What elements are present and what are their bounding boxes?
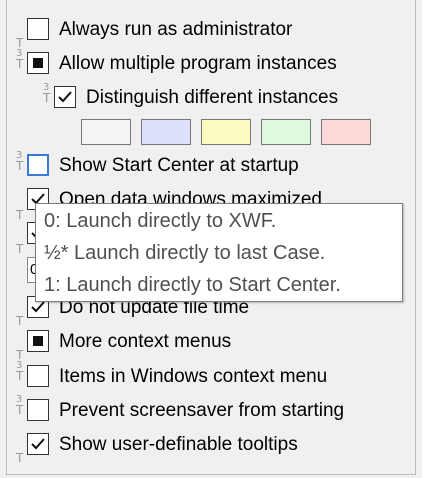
tri-state-marker: T	[16, 348, 24, 362]
tooltip-line: 1: Launch directly to Start Center.	[44, 274, 341, 296]
indeterminate-mark-icon	[33, 336, 43, 346]
tri-state-marker: T	[16, 451, 24, 465]
checkmark-icon	[31, 438, 45, 450]
tri-state-marker: 3T	[16, 394, 24, 417]
always-run-as-admin-label: Always run as administrator	[59, 19, 293, 40]
instance-color-swatch-4[interactable]	[261, 119, 311, 145]
tri-state-marker: 3T	[43, 82, 51, 105]
tri-state-marker: T	[16, 208, 24, 222]
start-center-tooltip: 0: Launch directly to XWF. ½* Launch dir…	[35, 203, 403, 302]
tri-state-marker: T	[16, 314, 24, 328]
windows-context-menu-items-label: Items in Windows context menu	[59, 366, 328, 387]
show-user-tooltips-label: Show user-definable tooltips	[59, 434, 298, 455]
instance-color-swatch-2[interactable]	[141, 119, 191, 145]
show-user-tooltips-checkbox[interactable]	[27, 433, 49, 455]
tri-state-marker: 3T	[16, 360, 24, 383]
instance-color-swatch-3[interactable]	[201, 119, 251, 145]
distinguish-instances-checkbox[interactable]	[54, 86, 76, 108]
tri-state-marker: 3T	[16, 150, 24, 173]
indeterminate-mark-icon	[33, 58, 43, 68]
tooltip-line: 0: Launch directly to XWF.	[44, 210, 277, 232]
show-start-center-checkbox[interactable]	[27, 154, 49, 176]
prevent-screensaver-label: Prevent screensaver from starting	[59, 400, 345, 421]
tri-state-marker: T	[16, 36, 24, 50]
tri-state-marker: T	[16, 242, 24, 256]
allow-multiple-instances-checkbox[interactable]	[27, 52, 49, 74]
tri-state-marker: 3T	[16, 48, 24, 71]
prevent-screensaver-checkbox[interactable]	[27, 399, 49, 421]
more-context-menus-checkbox[interactable]	[27, 330, 49, 352]
allow-multiple-instances-label: Allow multiple program instances	[59, 53, 337, 74]
tooltip-line: ½* Launch directly to last Case.	[44, 242, 326, 264]
distinguish-instances-label: Distinguish different instances	[86, 87, 339, 108]
instance-color-swatch-1[interactable]	[81, 119, 131, 145]
show-start-center-label: Show Start Center at startup	[59, 155, 299, 176]
instance-color-swatch-5[interactable]	[321, 119, 371, 145]
windows-context-menu-items-checkbox[interactable]	[27, 365, 49, 387]
checkmark-icon	[58, 91, 72, 103]
more-context-menus-label: More context menus	[59, 331, 232, 352]
always-run-as-admin-checkbox[interactable]	[27, 18, 49, 40]
